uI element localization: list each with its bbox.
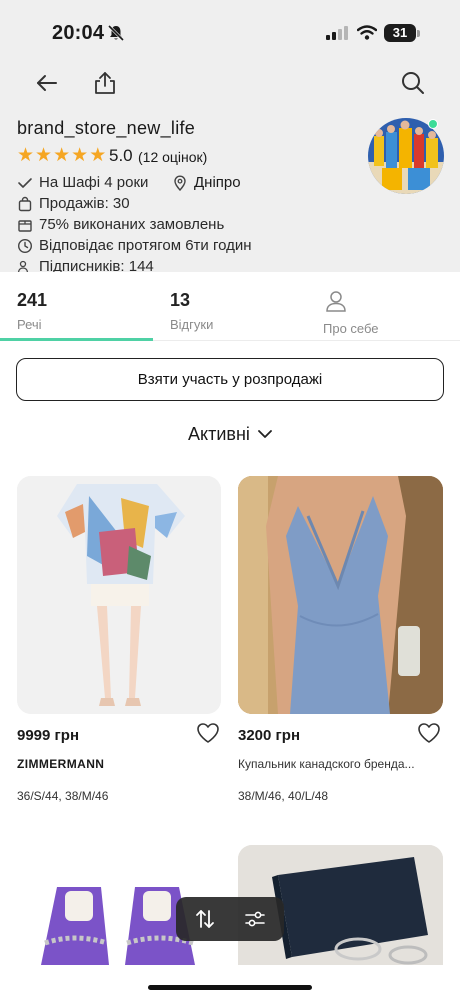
- store-name: brand_store_new_life: [17, 118, 196, 138]
- info-followers: Підписників: 144: [17, 258, 154, 272]
- sort-icon[interactable]: [194, 908, 216, 930]
- info-sales-text: Продажів: 30: [39, 195, 130, 212]
- shopping-bag-icon: [18, 196, 32, 211]
- share-icon[interactable]: [92, 70, 118, 96]
- arrow-left-icon[interactable]: [34, 70, 60, 96]
- info-city: Дніпро: [172, 174, 241, 191]
- product-description: Купальник канадского бренда...: [238, 757, 415, 771]
- cell-signal-icon: [326, 26, 348, 40]
- product-image[interactable]: [238, 476, 443, 714]
- package-icon: [18, 219, 32, 232]
- clock-icon: [17, 238, 33, 253]
- status-time: 20:04: [52, 22, 105, 44]
- battery-indicator: 31: [384, 24, 416, 42]
- rating-value: 5.0: [109, 146, 133, 165]
- star-icon: ★: [89, 145, 107, 166]
- chevron-down-icon: [258, 430, 272, 438]
- star-icon: ★: [53, 145, 71, 166]
- tab-items-label: Речі: [17, 317, 42, 332]
- bell-muted-icon: [107, 24, 125, 42]
- tab-reviews-count: 13: [170, 290, 191, 310]
- join-sale-button[interactable]: Взяти участь у розпродажі: [16, 358, 444, 401]
- online-indicator: [428, 119, 438, 129]
- rating-stars: ★ ★ ★ ★ ★: [17, 146, 106, 166]
- info-followers-clip: Підписників: 144: [0, 256, 300, 272]
- tab-items[interactable]: 241 Речі: [17, 290, 47, 332]
- status-filter-dropdown[interactable]: Активні: [0, 424, 460, 445]
- search-icon[interactable]: [400, 70, 426, 96]
- battery-tip: [417, 30, 420, 37]
- heart-icon[interactable]: [417, 722, 441, 744]
- check-icon: [18, 177, 32, 188]
- info-on-shafa-text: На Шафі 4 роки: [39, 174, 149, 191]
- rating-count[interactable]: (12 оцінок): [138, 149, 207, 165]
- store-avatar[interactable]: [368, 118, 444, 194]
- star-icon: ★: [35, 145, 53, 166]
- profile-tabs: 241 Речі 13 Відгуки Про себе: [0, 272, 460, 342]
- heart-icon[interactable]: [196, 722, 220, 744]
- product-price: 3200 грн: [238, 727, 301, 744]
- avatar-image: [368, 118, 444, 194]
- filter-sliders-icon[interactable]: [244, 908, 266, 930]
- product-sizes: 36/S/44, 38/M/46: [17, 789, 109, 803]
- tab-about-label: Про себе: [323, 321, 379, 336]
- tab-about[interactable]: Про себе: [323, 290, 379, 336]
- status-bar: 20:04 31: [0, 0, 460, 62]
- product-brand: ZIMMERMANN: [17, 757, 105, 771]
- product-sizes: 38/M/46, 40/L/48: [238, 789, 329, 803]
- product-image[interactable]: [17, 476, 221, 714]
- info-orders: 75% виконаних замовлень: [17, 216, 224, 233]
- user-icon: [326, 291, 346, 312]
- star-icon: ★: [17, 145, 35, 166]
- users-icon: [17, 260, 29, 272]
- info-city-text: Дніпро: [194, 174, 241, 191]
- info-sales: Продажів: 30: [17, 195, 130, 212]
- tab-items-count: 241: [17, 290, 48, 310]
- product-photo-swimsuit: [238, 476, 443, 714]
- active-tab-indicator: [0, 338, 153, 341]
- sort-filter-toolbar: [176, 897, 284, 941]
- product-photo-zimmermann: [17, 476, 221, 714]
- status-filter-value: Активні: [188, 424, 250, 444]
- location-pin-icon: [174, 174, 186, 191]
- wifi-icon: [357, 25, 377, 40]
- info-followers-text: Підписників: 144: [39, 258, 154, 272]
- product-price: 9999 грн: [17, 727, 80, 744]
- tab-reviews-label: Відгуки: [170, 317, 214, 332]
- tab-reviews[interactable]: 13 Відгуки: [170, 290, 213, 332]
- info-response: Відповідає протягом 6ти годин: [17, 237, 252, 254]
- star-icon: ★: [71, 145, 89, 166]
- home-indicator: [148, 985, 312, 990]
- info-response-text: Відповідає протягом 6ти годин: [39, 237, 252, 254]
- info-on-shafa: На Шафі 4 роки: [17, 174, 148, 191]
- info-orders-text: 75% виконаних замовлень: [39, 216, 225, 233]
